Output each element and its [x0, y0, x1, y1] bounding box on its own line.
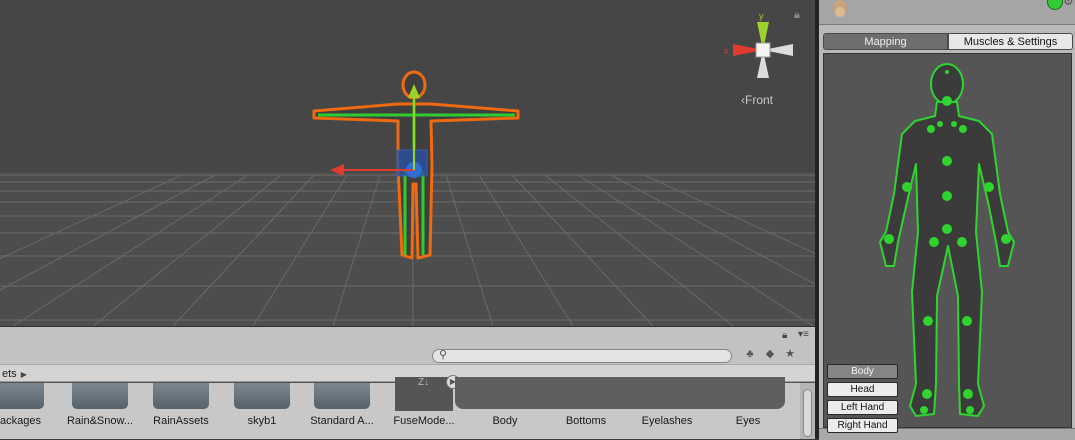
asset-mesh[interactable]: Body: [465, 383, 545, 439]
avatar-tabs: Mapping Muscles & Settings: [823, 33, 1073, 50]
gizmo-y-label: y: [759, 11, 764, 21]
asset-mesh[interactable]: Bottoms: [546, 383, 626, 439]
asset-label: Eyelashes: [641, 415, 693, 427]
breadcrumb-arrow-icon: ▶: [20, 370, 27, 379]
inspector-header: ⚙: [819, 0, 1075, 25]
scrollbar-thumb[interactable]: [803, 389, 812, 437]
search-filters: ♣ ◆ ★: [742, 346, 798, 364]
asset-label: RainAssets: [153, 415, 209, 427]
search-icon: ⚲: [439, 349, 448, 361]
project-lock-icon[interactable]: 🔒︎: [782, 330, 787, 341]
tab-mapping[interactable]: Mapping: [823, 33, 948, 50]
folder-icon: [234, 383, 290, 409]
folder-icon: [314, 383, 370, 409]
asset-label: FuseMode...: [393, 415, 455, 427]
body-part-body-button[interactable]: Body: [827, 364, 898, 379]
panel-menu-icon[interactable]: ▾≡: [798, 329, 809, 340]
gizmo-x-label: x: [724, 46, 729, 56]
view-orientation-label[interactable]: ‹Front: [741, 93, 773, 107]
favorite-star-icon[interactable]: ★: [782, 346, 798, 362]
asset-label: skyb1: [247, 415, 277, 427]
body-part-left-hand-button[interactable]: Left Hand: [827, 400, 898, 415]
inspector-title-fragment: [979, 0, 981, 5]
avatar-icon: [833, 0, 847, 17]
lock-icon[interactable]: 🔒︎: [794, 9, 800, 22]
asset-label: Bottoms: [565, 415, 607, 427]
asset-grid: ackages Rain&Snow... RainAssets skyb1 St…: [0, 375, 800, 439]
asset-label: Eyes: [735, 415, 761, 427]
asset-folder[interactable]: Rain&Snow...: [60, 383, 140, 439]
asset-model[interactable]: FuseMode...: [384, 383, 464, 439]
asset-label: Rain&Snow...: [66, 415, 134, 427]
folder-icon: [72, 383, 128, 409]
breadcrumb-item[interactable]: ets: [2, 368, 17, 380]
project-browser: 🔒︎ ▾≡ ⚲ ♣ ◆ ★ ets ▶ ackages Rain&Snow... …: [0, 326, 815, 439]
scene-view[interactable]: x y 🔒︎ ‹Front: [0, 0, 815, 326]
body-part-right-hand-button[interactable]: Right Hand: [827, 418, 898, 433]
asset-folder[interactable]: skyb1: [222, 383, 302, 439]
body-part-selector: Body Head Left Hand Right Hand: [827, 364, 898, 436]
asset-label: Body: [492, 415, 518, 427]
filter-by-type-icon[interactable]: ♣: [742, 346, 758, 362]
asset-folder[interactable]: Standard A...: [302, 383, 382, 439]
project-toolbar: 🔒︎ ▾≡ ⚲ ♣ ◆ ★: [0, 326, 815, 365]
asset-folder[interactable]: RainAssets: [141, 383, 221, 439]
asset-scrollbar[interactable]: [800, 383, 815, 439]
project-search-input[interactable]: ⚲: [432, 349, 732, 363]
folder-icon: [153, 383, 209, 409]
folder-icon: [0, 383, 44, 409]
status-icon: [1047, 0, 1063, 10]
asset-label: Standard A...: [310, 415, 374, 427]
asset-mesh[interactable]: Eyelashes: [627, 383, 707, 439]
asset-mesh[interactable]: Eyes: [708, 383, 788, 439]
view-name: Front: [745, 93, 774, 107]
filter-by-label-icon[interactable]: ◆: [762, 346, 778, 362]
tab-muscles-settings[interactable]: Muscles & Settings: [948, 33, 1073, 50]
gear-icon[interactable]: ⚙: [1063, 0, 1074, 8]
scene-canvas[interactable]: x y: [0, 0, 815, 326]
body-part-head-button[interactable]: Head: [827, 382, 898, 397]
